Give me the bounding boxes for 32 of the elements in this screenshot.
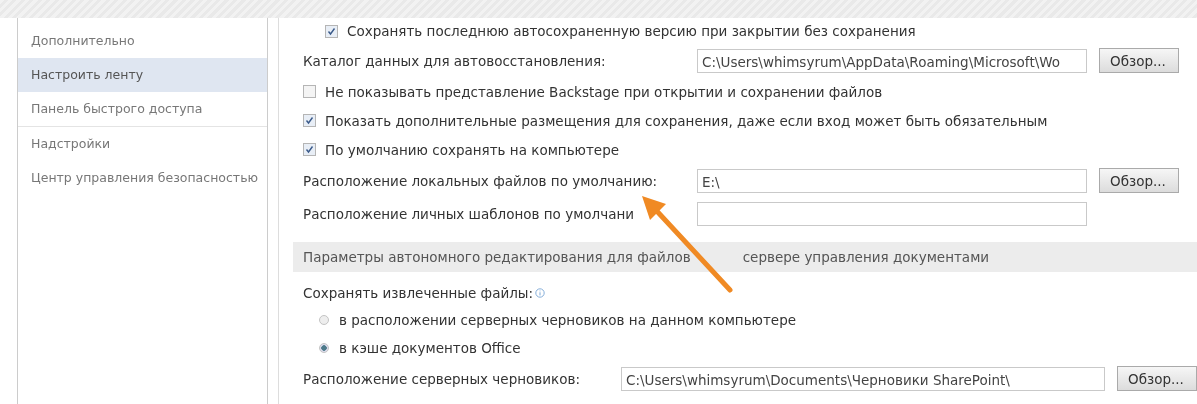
browse-button[interactable]: Обзор...	[1099, 48, 1179, 73]
checkbox-label: Показать дополнительные размещения для сохранения, даже если вход может быть обязательным	[325, 112, 1048, 129]
radio-label: в расположении серверных черновиков на данном компьютере	[339, 312, 797, 328]
field-label: Расположение серверных черновиков:	[303, 370, 581, 387]
checkbox-label: Сохранять последнюю автосохраненную версию при закрытии без сохранения	[347, 23, 916, 39]
checkbox-label: По умолчанию сохранять на компьютере	[325, 141, 620, 158]
radio-button[interactable]	[319, 343, 329, 353]
path-field[interactable]: C:\Users\whimsyrum\AppData\Roaming\Microsoft\Wo	[697, 48, 1087, 73]
sidebar-item[interactable]: Надстройки	[18, 127, 267, 161]
info-icon	[535, 288, 546, 298]
browse-button[interactable]: Обзор...	[1099, 168, 1179, 193]
path-field[interactable]: E:\	[697, 168, 1087, 193]
sidebar-item[interactable]: Настроить ленту	[18, 58, 267, 92]
field-label: Расположение локальных файлов по умолчанию:	[303, 172, 659, 189]
checkbox-label: Не показывать представление Backstage при открытии и сохранении файлов	[325, 83, 883, 100]
radio-label: в кэше документов Office	[339, 340, 521, 356]
path-field[interactable]	[697, 201, 1087, 226]
option-label: Сохранять извлеченные файлы:	[303, 285, 534, 301]
section-title: Параметры автономного редактирования для файлов	[303, 249, 691, 265]
field-label: Расположение личных шаблонов по умолчани	[303, 205, 636, 222]
field-label: Каталог данных для автовосстановления:	[303, 52, 607, 69]
checkbox[interactable]	[325, 24, 338, 38]
radio-button[interactable]	[319, 315, 329, 325]
checkbox[interactable]	[303, 143, 316, 156]
sidebar-item[interactable]: Центр управления безопасностью	[18, 161, 267, 195]
sidebar-item[interactable]: Дополнительно	[18, 24, 267, 58]
checkbox[interactable]	[303, 114, 316, 127]
path-field[interactable]: C:\Users\whimsyrum\Documents\Черновики SharePoint\	[621, 366, 1105, 391]
section-title: сервере управления документами	[742, 249, 990, 265]
checkbox[interactable]	[303, 85, 316, 98]
browse-button[interactable]: Обзор...	[1117, 366, 1197, 391]
sidebar-item[interactable]: Панель быстрого доступа	[18, 92, 267, 127]
